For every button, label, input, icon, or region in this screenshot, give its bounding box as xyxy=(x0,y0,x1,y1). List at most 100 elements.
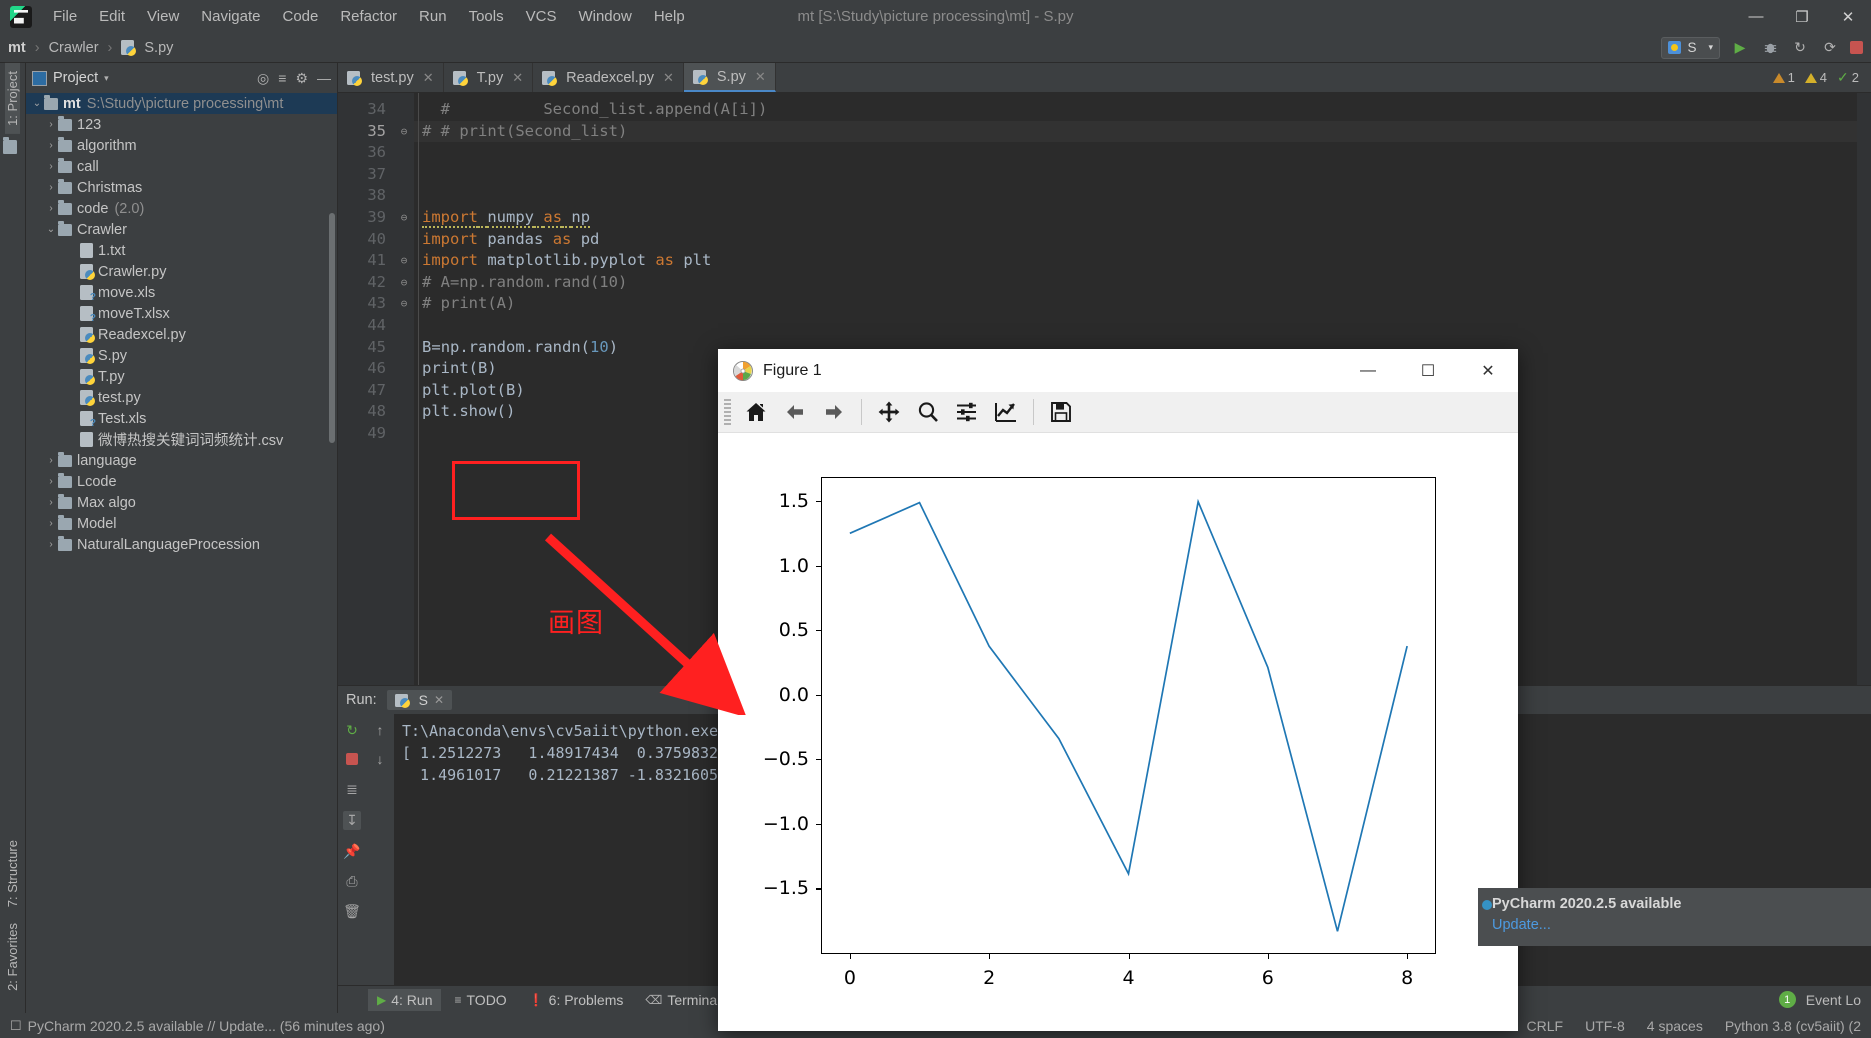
tool-window-button-terminal[interactable]: ⌫ Terminal xyxy=(636,989,729,1011)
tree-item-code[interactable]: › code (2.0) xyxy=(26,198,337,219)
scroll-up-icon[interactable]: ↑ xyxy=(377,722,384,738)
status-message[interactable]: PyCharm 2020.2.5 available // Update... … xyxy=(28,1018,385,1034)
tree-item-csv[interactable]: ›微博热搜关键词词频统计.csv xyxy=(26,429,337,450)
menu-item-tools[interactable]: Tools xyxy=(458,4,515,29)
sidebar-tab-project[interactable]: 1: Project xyxy=(5,63,20,134)
tree-item-test-xls[interactable]: ›Test.xls xyxy=(26,408,337,429)
editor-tab-s-py[interactable]: S.py ✕ xyxy=(683,63,776,92)
coverage-button[interactable]: ↻ xyxy=(1790,38,1810,58)
menu-item-window[interactable]: Window xyxy=(567,4,642,29)
status-line-separator[interactable]: CRLF xyxy=(1527,1018,1564,1034)
menu-item-help[interactable]: Help xyxy=(643,4,696,29)
zoom-magnifier-icon[interactable] xyxy=(910,395,946,429)
chevron-down-icon[interactable]: ▾ xyxy=(104,73,109,84)
figure-close-button[interactable]: ✕ xyxy=(1458,349,1518,392)
breadcrumb-folder[interactable]: Crawler xyxy=(49,40,99,56)
stop-button[interactable] xyxy=(1850,41,1863,54)
tree-item-algorithm[interactable]: › algorithm xyxy=(26,135,337,156)
chevron-right-icon[interactable]: › xyxy=(44,518,58,529)
toolbar-grip[interactable] xyxy=(724,399,731,425)
tree-item-lcode[interactable]: › Lcode xyxy=(26,471,337,492)
tree-item-max-algo[interactable]: › Max algo xyxy=(26,492,337,513)
editor-tab-test-py[interactable]: test.py ✕ xyxy=(338,63,444,92)
configure-subplots-icon[interactable] xyxy=(949,395,985,429)
back-arrow-icon[interactable] xyxy=(777,395,813,429)
sidebar-tab-structure[interactable]: 7: Structure xyxy=(5,832,20,915)
figure-maximize-button[interactable]: ☐ xyxy=(1398,349,1458,392)
stop-icon[interactable] xyxy=(346,752,358,768)
target-icon[interactable]: ◎ xyxy=(257,70,269,87)
code-line[interactable]: # print(A) xyxy=(414,293,1871,315)
rerun-icon[interactable]: ↻ xyxy=(346,722,358,739)
breadcrumb-file[interactable]: S.py xyxy=(144,40,173,56)
close-icon[interactable]: ✕ xyxy=(434,693,444,707)
close-icon[interactable]: ✕ xyxy=(663,70,674,86)
debug-button[interactable] xyxy=(1760,38,1780,58)
tree-item-crawler-py[interactable]: ›Crawler.py xyxy=(26,261,337,282)
project-tree[interactable]: ⌄ mt S:\Study\picture processing\mt › 123 › al… xyxy=(26,93,337,1013)
menu-item-edit[interactable]: Edit xyxy=(88,4,136,29)
code-folding-column[interactable]: ⊖ ⊖ ⊖ ⊖ ⊖ xyxy=(394,93,414,685)
code-line[interactable] xyxy=(414,185,1871,207)
editor-markers-bar[interactable] xyxy=(1857,93,1871,685)
code-line[interactable]: # Second_list.append(A[i]) xyxy=(414,99,1871,121)
run-tab-s[interactable]: S ✕ xyxy=(386,690,453,710)
hide-icon[interactable]: — xyxy=(317,70,331,86)
scroll-to-end-icon[interactable]: ↧ xyxy=(343,811,361,830)
tree-item-1-txt[interactable]: ›1.txt xyxy=(26,240,337,261)
menu-item-file[interactable]: File xyxy=(42,4,88,29)
minimize-button[interactable]: — xyxy=(1733,0,1779,33)
maximize-button[interactable]: ❐ xyxy=(1779,0,1825,33)
tree-scrollbar[interactable] xyxy=(329,213,335,443)
fold-toggle-icon[interactable]: ⊖ xyxy=(394,207,414,229)
fold-toggle-icon[interactable]: ⊖ xyxy=(394,250,414,272)
status-indent[interactable]: 4 spaces xyxy=(1647,1018,1703,1034)
tree-item-christmas[interactable]: › Christmas xyxy=(26,177,337,198)
tree-item-test-py[interactable]: ›test.py xyxy=(26,387,337,408)
code-line[interactable]: import pandas as pd xyxy=(414,229,1871,251)
code-line[interactable] xyxy=(414,142,1871,164)
chevron-right-icon[interactable]: › xyxy=(44,539,58,550)
forward-arrow-icon[interactable] xyxy=(816,395,852,429)
home-icon[interactable] xyxy=(738,395,774,429)
tree-item-model[interactable]: › Model xyxy=(26,513,337,534)
collapse-all-icon[interactable]: ≡ xyxy=(278,70,286,86)
code-line[interactable]: # A=np.random.rand(10) xyxy=(414,272,1871,294)
menu-item-vcs[interactable]: VCS xyxy=(515,4,568,29)
tree-item-123[interactable]: › 123 xyxy=(26,114,337,135)
chevron-right-icon[interactable]: › xyxy=(44,203,58,214)
inspection-widget[interactable]: 1 4 ✓ 2 xyxy=(1772,63,1871,92)
code-line[interactable] xyxy=(414,315,1871,337)
profile-button[interactable]: ⟳ xyxy=(1820,38,1840,58)
tree-item-t-py[interactable]: ›T.py xyxy=(26,366,337,387)
menu-item-code[interactable]: Code xyxy=(271,4,329,29)
chevron-right-icon[interactable]: › xyxy=(44,161,58,172)
chevron-right-icon[interactable]: › xyxy=(44,476,58,487)
tool-window-button-6-problems[interactable]: ❗ 6: Problems xyxy=(520,989,633,1011)
gear-icon[interactable]: ⚙ xyxy=(295,70,308,87)
chevron-right-icon[interactable]: › xyxy=(44,182,58,193)
update-notification[interactable]: PyCharm 2020.2.5 available Update... xyxy=(1478,888,1871,946)
edit-axis-curve-icon[interactable] xyxy=(988,395,1024,429)
chevron-right-icon[interactable]: › xyxy=(44,455,58,466)
run-button[interactable]: ▶ xyxy=(1730,38,1750,58)
fold-toggle-icon[interactable]: ⊖ xyxy=(394,293,414,315)
sidebar-tab-favorites[interactable]: 2: Favorites xyxy=(5,915,20,999)
chevron-right-icon[interactable]: › xyxy=(44,497,58,508)
tree-item-crawler[interactable]: ⌄ Crawler xyxy=(26,219,337,240)
close-icon[interactable]: ✕ xyxy=(423,70,434,86)
code-line[interactable] xyxy=(414,164,1871,186)
fold-toggle-icon[interactable]: ⊖ xyxy=(394,121,414,143)
status-interpreter[interactable]: Python 3.8 (cv5aiit) (2 xyxy=(1725,1018,1861,1034)
menu-item-navigate[interactable]: Navigate xyxy=(190,4,271,29)
figure-canvas[interactable]: −1.5 −1.0 −0.5 0.0 0.5 1.0 1.5 0 2 4 6 8 xyxy=(718,433,1518,1031)
tree-item-s-py[interactable]: ›S.py xyxy=(26,345,337,366)
tree-item-move-xls[interactable]: ›move.xls xyxy=(26,282,337,303)
fold-toggle-icon[interactable]: ⊖ xyxy=(394,272,414,294)
tree-item-mt[interactable]: ⌄ mt S:\Study\picture processing\mt xyxy=(26,93,337,114)
chevron-right-icon[interactable]: › xyxy=(44,119,58,130)
save-floppy-icon[interactable] xyxy=(1043,395,1079,429)
matplotlib-figure-window[interactable]: Figure 1 — ☐ ✕ −1.5 −1.0 −0.5 0.0 0.5 1.… xyxy=(718,349,1518,1031)
close-icon[interactable]: ✕ xyxy=(755,69,766,85)
code-line[interactable]: # # print(Second_list) xyxy=(414,120,1871,143)
